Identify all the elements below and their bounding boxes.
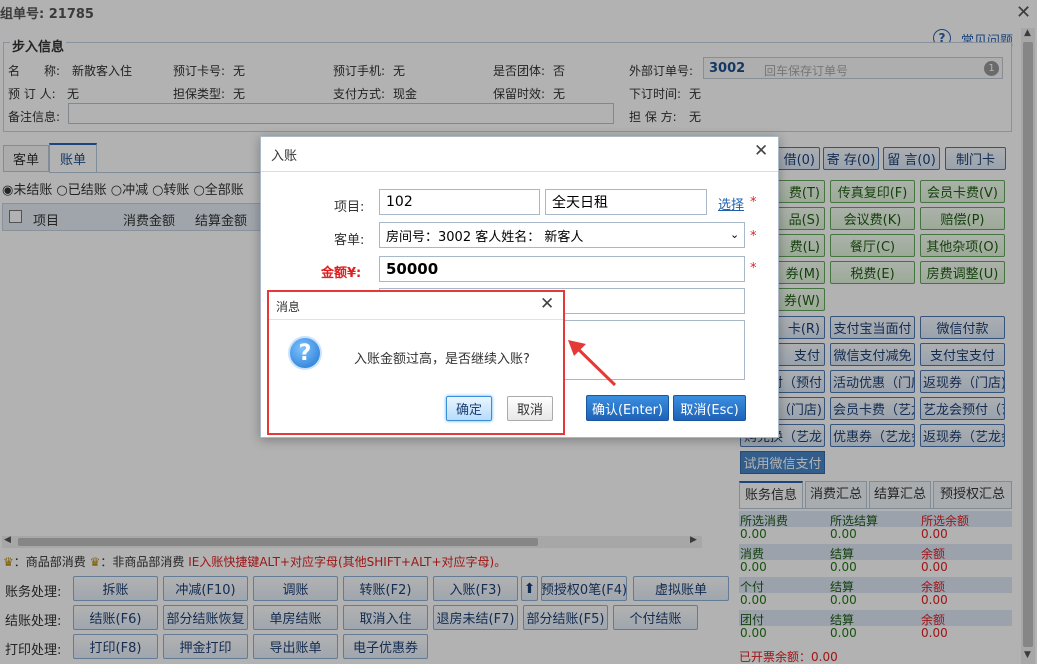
message-title-divider: [269, 319, 563, 320]
entry-close-icon[interactable]: ✕: [754, 141, 768, 161]
item-name-input[interactable]: 全天日租: [545, 189, 707, 215]
entry-dialog-title: 入账: [271, 149, 298, 164]
select-link[interactable]: 选择: [718, 194, 744, 213]
item-code-input[interactable]: 102: [379, 189, 540, 215]
message-dialog: 消息 ✕ ? 入账金额过高，是否继续入账? 确定 取消: [267, 290, 565, 435]
bill-select[interactable]: 房间号：3002 客人姓名： 新客人 ⌄: [379, 222, 745, 248]
confirm-button[interactable]: 确认(Enter): [586, 395, 669, 421]
arrow-annotation: [568, 340, 617, 387]
ok-button[interactable]: 确定: [446, 396, 492, 421]
required-mark: *: [750, 229, 757, 244]
required-mark: *: [750, 195, 757, 210]
message-close-icon[interactable]: ✕: [540, 294, 554, 314]
question-icon: ?: [288, 336, 322, 370]
chevron-down-icon: ⌄: [730, 228, 740, 241]
bill-select-value: 房间号：3002 客人姓名： 新客人: [386, 229, 584, 245]
entry-title-divider: [261, 171, 778, 172]
message-cancel-button[interactable]: 取消: [507, 396, 553, 421]
required-mark: *: [750, 261, 757, 276]
amount-label: 金额¥:: [321, 266, 362, 281]
bill-label: 客单:: [334, 233, 365, 248]
amount-input[interactable]: 50000: [379, 256, 745, 282]
cancel-button[interactable]: 取消(Esc): [673, 395, 746, 421]
item-label: 项目:: [334, 200, 365, 215]
message-title: 消息: [276, 300, 301, 314]
message-text: 入账金额过高，是否继续入账?: [354, 352, 530, 367]
